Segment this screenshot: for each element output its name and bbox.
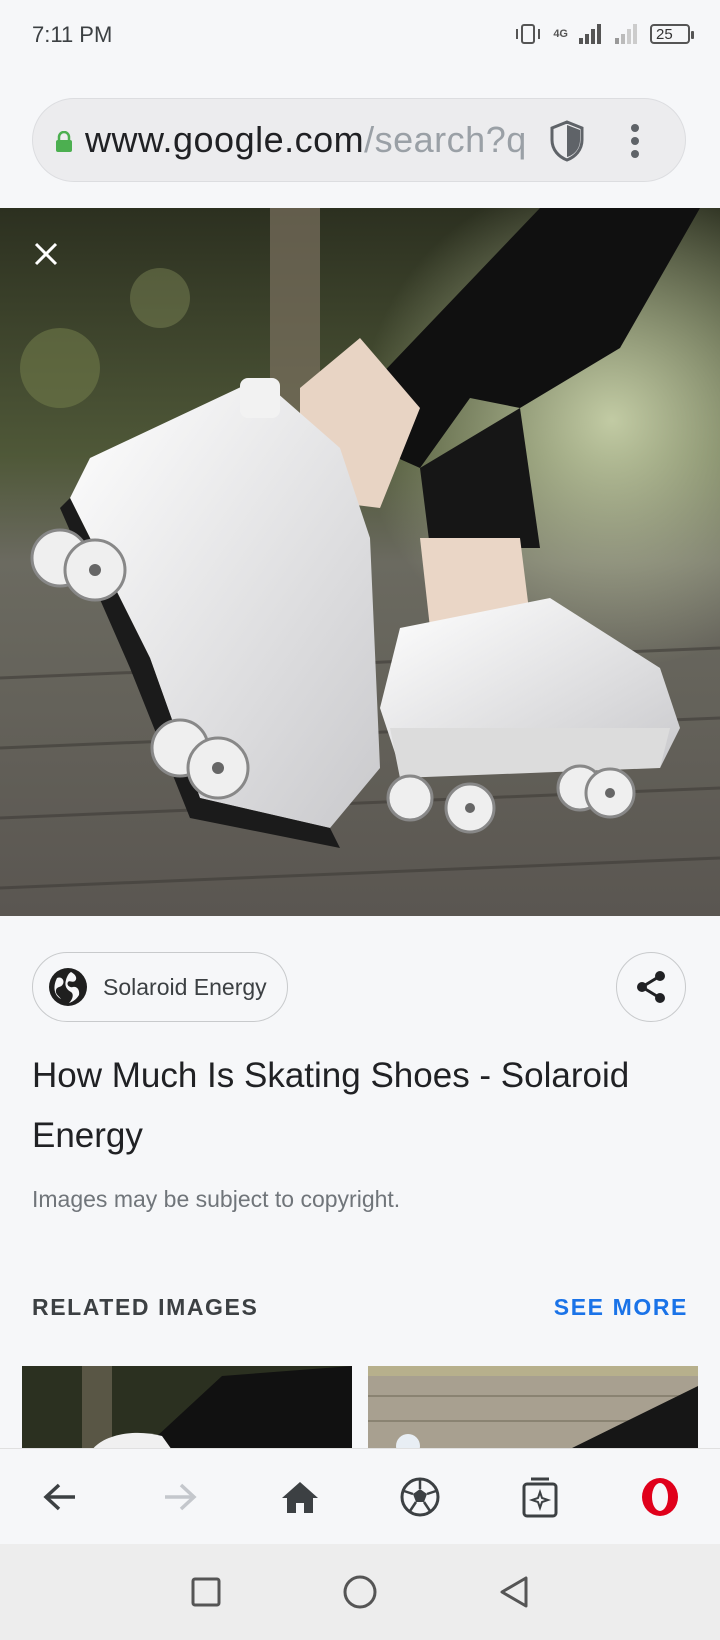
source-label: Solaroid Energy <box>103 973 267 1000</box>
tabs-icon <box>522 1477 558 1518</box>
browser-toolbar: www.google.com/search?q <box>0 72 720 208</box>
lock-icon <box>56 131 72 152</box>
status-time: 7:11 PM <box>32 22 113 47</box>
share-icon <box>637 971 665 1003</box>
battery-icon: 25 <box>650 24 694 44</box>
opera-icon <box>642 1478 678 1516</box>
home-icon <box>282 1482 318 1513</box>
related-image-thumbnail[interactable] <box>368 1366 698 1450</box>
home-button[interactable] <box>270 1467 330 1527</box>
browser-bottom-bar <box>0 1448 720 1545</box>
related-thumb-photo <box>22 1366 352 1450</box>
circle-icon[interactable] <box>342 1574 378 1610</box>
roller-shoes-photo <box>0 208 720 916</box>
close-icon[interactable] <box>28 236 64 272</box>
network-type: 4G <box>553 28 568 40</box>
copyright-note: Images may be subject to copyright. <box>32 1186 401 1212</box>
url-text[interactable]: www.google.com/search?q <box>85 119 565 161</box>
vibrate-icon <box>516 24 541 44</box>
share-button[interactable] <box>616 952 686 1022</box>
system-navigation-bar <box>0 1544 720 1640</box>
image-preview[interactable] <box>0 208 720 916</box>
menu-icon[interactable] <box>627 123 643 159</box>
forward-button[interactable] <box>150 1467 210 1527</box>
sports-button[interactable] <box>390 1467 450 1527</box>
soccer-ball-icon <box>400 1477 440 1517</box>
status-icons: 4G 25 <box>513 22 694 46</box>
back-button[interactable] <box>30 1467 90 1527</box>
signal-icon <box>579 24 601 44</box>
related-image-thumbnail[interactable] <box>22 1366 352 1450</box>
shield-icon[interactable] <box>547 119 587 163</box>
source-chip[interactable]: Solaroid Energy <box>32 952 288 1022</box>
forward-icon <box>165 1483 197 1511</box>
status-bar: 7:11 PM 4G 25 <box>0 0 720 72</box>
result-title[interactable]: How Much Is Skating Shoes - Solaroid Ene… <box>32 1046 692 1166</box>
see-more-link[interactable]: SEE MORE <box>554 1294 688 1321</box>
signal-weak-icon <box>615 24 637 44</box>
triangle-back-icon[interactable] <box>498 1575 530 1609</box>
back-icon <box>43 1483 75 1511</box>
related-thumb-photo <box>368 1366 698 1450</box>
tabs-button[interactable] <box>510 1467 570 1527</box>
url-path: /search?q <box>364 119 527 160</box>
globe-icon <box>49 968 87 1006</box>
address-bar[interactable]: www.google.com/search?q <box>32 98 686 182</box>
opera-menu-button[interactable] <box>630 1467 690 1527</box>
square-icon[interactable] <box>190 1576 222 1608</box>
battery-level: 25 <box>656 25 673 43</box>
related-images-heading: RELATED IMAGES <box>32 1294 259 1320</box>
url-host: www.google.com <box>85 119 365 160</box>
